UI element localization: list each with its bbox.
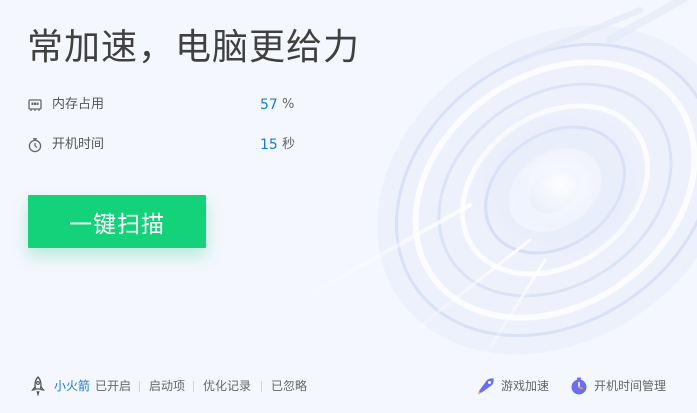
rocket-icon bbox=[31, 376, 45, 396]
rocket-feature-link[interactable]: 小火箭 bbox=[54, 376, 90, 396]
memory-usage-unit: % bbox=[282, 97, 295, 112]
stat-boot-time: 开机时间 15 秒 bbox=[27, 135, 327, 155]
footer-bar: 小火箭 已开启 启动项 优化记录 已忽略 游戏加速 开机时间管理 bbox=[0, 372, 697, 400]
footer-divider bbox=[261, 381, 262, 392]
memory-usage-label: 内存占用 bbox=[52, 97, 105, 112]
footer-divider bbox=[193, 381, 194, 392]
startup-items-link[interactable]: 启动项 bbox=[149, 376, 185, 396]
stopwatch-icon bbox=[28, 138, 42, 153]
game-boost-link[interactable]: 游戏加速 bbox=[501, 376, 549, 396]
stat-memory-usage: 内存占用 57 % bbox=[27, 95, 327, 115]
game-boost-icon[interactable] bbox=[476, 376, 496, 396]
boot-time-label: 开机时间 bbox=[52, 137, 105, 152]
memory-chip-icon bbox=[28, 99, 42, 111]
boot-time-manager-link[interactable]: 开机时间管理 bbox=[594, 376, 666, 396]
page-title: 常加速，电脑更给力 bbox=[27, 27, 361, 68]
optimize-history-link[interactable]: 优化记录 bbox=[203, 376, 251, 396]
boot-time-unit: 秒 bbox=[282, 137, 296, 152]
memory-usage-value: 57 bbox=[260, 97, 278, 113]
one-click-scan-button[interactable]: 一键扫描 bbox=[28, 195, 206, 248]
boot-time-icon[interactable] bbox=[569, 376, 589, 396]
footer-divider bbox=[139, 381, 140, 392]
ignored-items-link[interactable]: 已忽略 bbox=[271, 376, 307, 396]
boot-time-value: 15 bbox=[260, 137, 278, 153]
rocket-status-text: 已开启 bbox=[95, 379, 132, 393]
